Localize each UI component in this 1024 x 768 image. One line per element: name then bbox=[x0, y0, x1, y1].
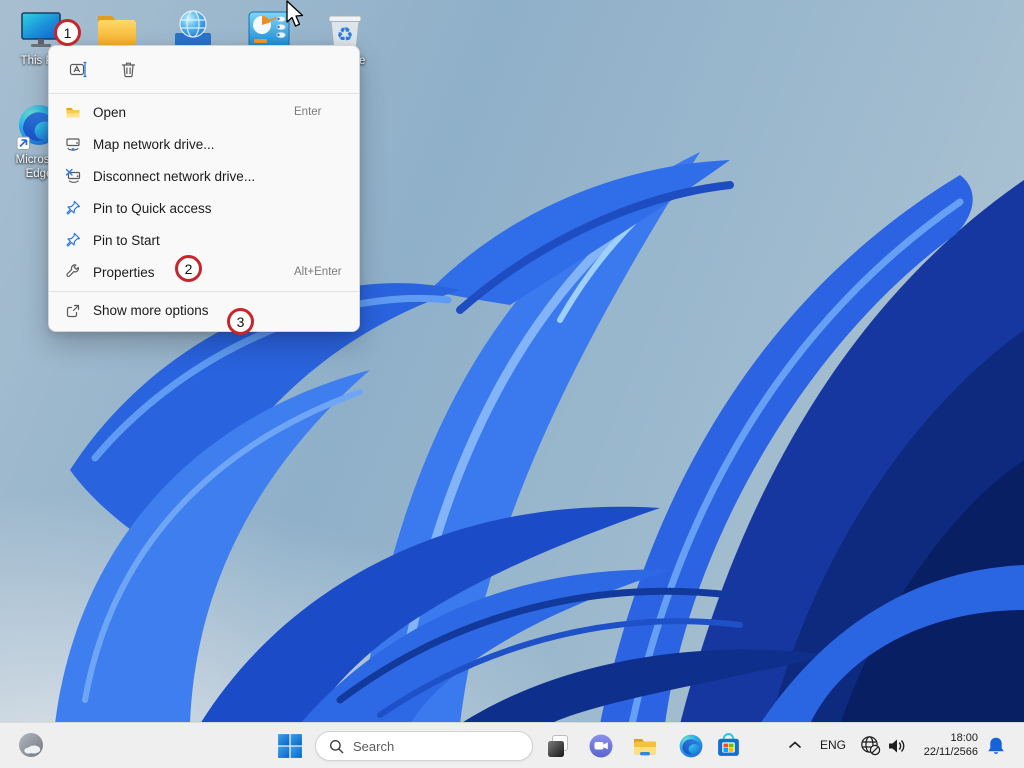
chat-icon bbox=[589, 734, 613, 758]
menu-item-label: Open bbox=[93, 104, 127, 120]
chat-button[interactable] bbox=[588, 733, 614, 759]
globe-no-internet-icon bbox=[861, 736, 881, 756]
task-view-button[interactable] bbox=[545, 733, 571, 759]
task-view-icon bbox=[548, 735, 568, 757]
clock-date: 22/11/2566 bbox=[923, 745, 978, 758]
menu-item-label: Pin to Start bbox=[93, 232, 160, 248]
show-more-options-icon bbox=[65, 303, 81, 319]
bell-icon bbox=[988, 737, 1004, 754]
menu-item-disconnect-network-drive[interactable]: Disconnect network drive... bbox=[49, 160, 359, 192]
context-menu-footer: Show more options bbox=[49, 291, 359, 327]
tray-overflow-button[interactable] bbox=[787, 737, 803, 753]
search-icon bbox=[329, 739, 344, 753]
edge-taskbar-button[interactable] bbox=[678, 733, 704, 759]
open-folder-icon bbox=[65, 104, 81, 120]
menu-item-properties[interactable]: Properties Alt+Enter bbox=[49, 256, 359, 288]
search-input[interactable] bbox=[353, 738, 513, 754]
edge-icon bbox=[679, 734, 703, 758]
taskbar: ENG 18:00 22/11/2566 bbox=[0, 722, 1024, 768]
network-tray-button[interactable] bbox=[859, 734, 882, 757]
annotation-step-3: 3 bbox=[227, 308, 254, 335]
language-indicator[interactable]: ENG bbox=[818, 738, 848, 752]
widgets-button[interactable] bbox=[17, 731, 45, 759]
menu-item-shortcut: Alt+Enter bbox=[294, 266, 342, 278]
mouse-cursor bbox=[286, 0, 304, 27]
microsoft-store-button[interactable] bbox=[715, 732, 742, 759]
menu-item-label: Show more options bbox=[93, 303, 209, 318]
menu-item-shortcut: Enter bbox=[294, 106, 322, 118]
context-menu-items: Open Enter Map network drive... Disconne… bbox=[49, 94, 359, 288]
menu-item-label: Properties bbox=[93, 264, 155, 280]
svg-text:♻: ♻ bbox=[336, 24, 353, 46]
menu-item-pin-to-start[interactable]: Pin to Start bbox=[49, 224, 359, 256]
chevron-up-icon bbox=[789, 741, 801, 748]
context-menu-quick-actions bbox=[49, 46, 359, 93]
properties-wrench-icon bbox=[65, 264, 81, 280]
windows-logo-icon bbox=[278, 734, 302, 758]
trash-icon bbox=[121, 62, 135, 78]
file-explorer-icon bbox=[634, 739, 656, 756]
disconnect-network-drive-icon bbox=[65, 168, 81, 184]
menu-item-map-network-drive[interactable]: Map network drive... bbox=[49, 128, 359, 160]
file-explorer-button[interactable] bbox=[632, 733, 658, 759]
clock[interactable]: 18:00 22/11/2566 bbox=[905, 732, 978, 759]
clock-time: 18:00 bbox=[950, 732, 978, 744]
menu-item-pin-to-quick-access[interactable]: Pin to Quick access bbox=[49, 192, 359, 224]
taskbar-search[interactable] bbox=[315, 731, 533, 761]
map-network-drive-icon bbox=[65, 136, 81, 152]
start-button[interactable] bbox=[277, 733, 303, 759]
pin-icon bbox=[65, 232, 81, 248]
menu-item-label: Disconnect network drive... bbox=[93, 168, 256, 184]
menu-item-show-more-options[interactable]: Show more options bbox=[49, 294, 359, 327]
rename-icon bbox=[69, 61, 86, 78]
notification-bell-button[interactable] bbox=[985, 735, 1007, 757]
menu-item-open[interactable]: Open Enter bbox=[49, 96, 359, 128]
desktop: This PC ♻ Microsoft Edge Open Enter Map … bbox=[0, 0, 1024, 768]
weather-widget-icon bbox=[19, 733, 43, 757]
annotation-step-2: 2 bbox=[175, 255, 202, 282]
microsoft-store-icon bbox=[718, 733, 739, 756]
pin-icon bbox=[65, 200, 81, 216]
menu-item-label: Pin to Quick access bbox=[93, 200, 212, 216]
menu-item-label: Map network drive... bbox=[93, 136, 215, 152]
delete-button[interactable] bbox=[115, 57, 141, 83]
annotation-step-1: 1 bbox=[54, 19, 81, 46]
rename-button[interactable] bbox=[65, 57, 91, 83]
context-menu: Open Enter Map network drive... Disconne… bbox=[48, 45, 360, 332]
